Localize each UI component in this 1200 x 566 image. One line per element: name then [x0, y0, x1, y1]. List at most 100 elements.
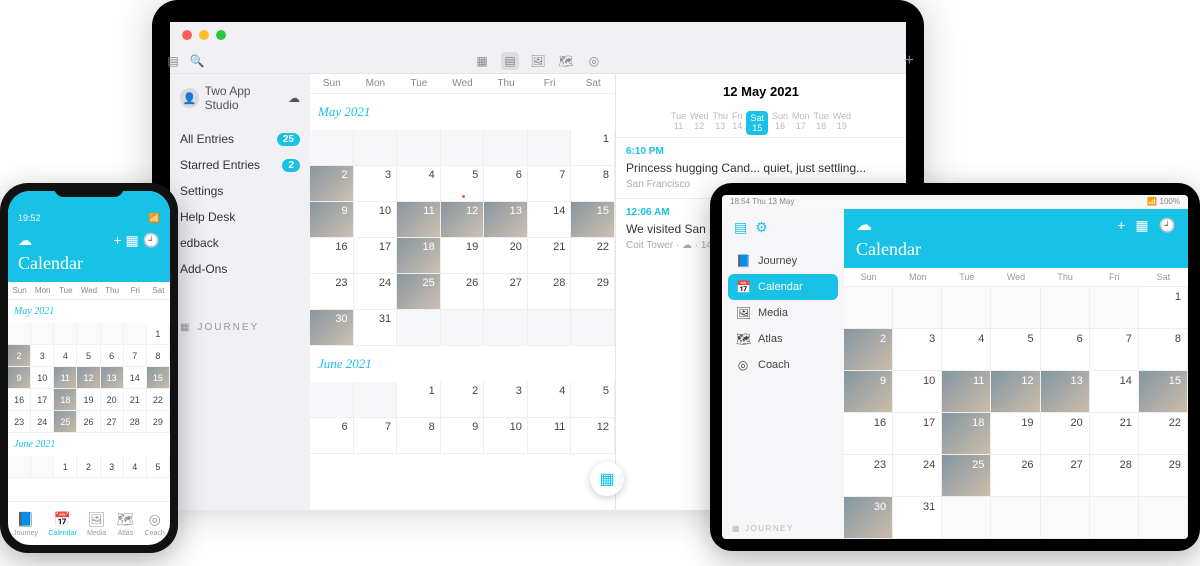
- date-strip-day[interactable]: Wed12: [690, 111, 708, 135]
- calendar-cell[interactable]: 17: [354, 238, 398, 274]
- calendar-cell[interactable]: 1: [54, 456, 77, 478]
- date-strip[interactable]: Tue11Wed12Thu13Fri14Sat15Sun16Mon17Tue18…: [616, 109, 906, 137]
- calendar-cell[interactable]: 20: [1041, 413, 1090, 455]
- calendar-cell[interactable]: 26: [441, 274, 485, 310]
- calendar-cell[interactable]: 7: [1090, 329, 1139, 371]
- view-cal-icon[interactable]: ▤: [501, 52, 519, 70]
- calendar-cell[interactable]: 13: [484, 202, 528, 238]
- calendar-cell[interactable]: 21: [528, 238, 572, 274]
- calendar-cell[interactable]: 2: [441, 382, 485, 418]
- calendar-cell[interactable]: 25: [54, 411, 77, 433]
- date-strip-day[interactable]: Sat15: [746, 111, 768, 135]
- tab-calendar[interactable]: 📅Calendar: [48, 511, 76, 537]
- sidebar-item-coach[interactable]: ◎Coach: [728, 352, 838, 378]
- calendar-cell[interactable]: 23: [310, 274, 354, 310]
- calendar-cell[interactable]: 6: [310, 418, 354, 454]
- calendar-cell[interactable]: 28: [1090, 455, 1139, 497]
- calendar-cell[interactable]: 12: [571, 418, 615, 454]
- calendar-cell[interactable]: 4: [942, 329, 991, 371]
- calendar-cell[interactable]: 10: [31, 367, 54, 389]
- sidebar-item-atlas[interactable]: 🗺Atlas: [728, 326, 838, 352]
- calendar-cell[interactable]: [31, 456, 54, 478]
- nav-starred[interactable]: Starred Entries 2: [180, 152, 300, 178]
- date-strip-day[interactable]: Sun16: [772, 111, 788, 135]
- calendar-cell[interactable]: 7: [124, 345, 147, 367]
- calendar-cell[interactable]: 1: [147, 323, 170, 345]
- calendar-cell[interactable]: [31, 323, 54, 345]
- calendar-cell[interactable]: 29: [1139, 455, 1188, 497]
- calendar-cell[interactable]: [1139, 497, 1188, 539]
- calendar-cell[interactable]: 10: [893, 371, 942, 413]
- calendar-cell[interactable]: 9: [844, 371, 893, 413]
- nav-all-entries[interactable]: All Entries 25: [180, 126, 300, 152]
- calendar-cell[interactable]: [942, 287, 991, 329]
- min-dot[interactable]: [199, 30, 209, 40]
- calendar-cell[interactable]: 27: [101, 411, 124, 433]
- calendar-cell[interactable]: 10: [354, 202, 398, 238]
- calendar-cell[interactable]: [942, 497, 991, 539]
- calendar-cell[interactable]: 6: [484, 166, 528, 202]
- calendar-cell[interactable]: 9: [8, 367, 31, 389]
- calendar-cell[interactable]: 3: [31, 345, 54, 367]
- tab-coach[interactable]: ◎Coach: [145, 511, 165, 537]
- calendar-cell[interactable]: [484, 130, 528, 166]
- add-entry-icon[interactable]: +: [905, 52, 906, 70]
- calendar-cell[interactable]: 30: [310, 310, 354, 346]
- calendar-cell[interactable]: [1041, 497, 1090, 539]
- sidebar-item-calendar[interactable]: 📅Calendar: [728, 274, 838, 300]
- today-icon[interactable]: ▦: [125, 232, 142, 248]
- calendar-cell[interactable]: [310, 130, 354, 166]
- calendar-cell[interactable]: 6: [101, 345, 124, 367]
- calendar-cell[interactable]: [354, 382, 398, 418]
- calendar-cell[interactable]: [77, 323, 100, 345]
- calendar-cell[interactable]: 29: [571, 274, 615, 310]
- calendar-cell[interactable]: 25: [397, 274, 441, 310]
- calendar-cell[interactable]: 17: [893, 413, 942, 455]
- nav-addons[interactable]: Add-Ons: [180, 256, 300, 282]
- calendar-cell[interactable]: 14: [528, 202, 572, 238]
- calendar-cell[interactable]: 11: [942, 371, 991, 413]
- add-entry-icon[interactable]: +: [113, 232, 125, 248]
- add-entry-icon[interactable]: +: [1117, 217, 1125, 234]
- date-strip-day[interactable]: Mon17: [792, 111, 810, 135]
- calendar-cell[interactable]: 16: [310, 238, 354, 274]
- calendar-cell[interactable]: [310, 382, 354, 418]
- calendar-cell[interactable]: 9: [441, 418, 485, 454]
- today-icon[interactable]: ▦: [1135, 217, 1148, 234]
- calendar-cell[interactable]: 8: [571, 166, 615, 202]
- calendar-cell[interactable]: 31: [354, 310, 398, 346]
- calendar-cell[interactable]: 11: [528, 418, 572, 454]
- close-dot[interactable]: [182, 30, 192, 40]
- tab-atlas[interactable]: 🗺Atlas: [117, 511, 135, 537]
- sidebar-item-media[interactable]: 🖼Media: [728, 300, 838, 326]
- account-row[interactable]: 👤 Two App Studio ☁: [180, 78, 300, 126]
- calendar-cell[interactable]: 19: [77, 389, 100, 411]
- calendar-cell[interactable]: 20: [484, 238, 528, 274]
- calendar-cell[interactable]: 27: [1041, 455, 1090, 497]
- calendar-cell[interactable]: 18: [397, 238, 441, 274]
- calendar-cell[interactable]: 9: [310, 202, 354, 238]
- calendar-cell[interactable]: 8: [397, 418, 441, 454]
- calendar-cell[interactable]: 26: [77, 411, 100, 433]
- calendar-cell[interactable]: 21: [1090, 413, 1139, 455]
- calendar-cell[interactable]: 20: [101, 389, 124, 411]
- calendar-cell[interactable]: 5: [991, 329, 1040, 371]
- tab-journey[interactable]: 📘Journey: [13, 511, 38, 537]
- calendar-cell[interactable]: [8, 323, 31, 345]
- calendar-cell[interactable]: 12: [991, 371, 1040, 413]
- calendar-cell[interactable]: 7: [354, 418, 398, 454]
- calendar-cell[interactable]: 24: [31, 411, 54, 433]
- calendar-cell[interactable]: 11: [54, 367, 77, 389]
- calendar-cell[interactable]: 10: [484, 418, 528, 454]
- calendar-cell[interactable]: [1041, 287, 1090, 329]
- date-strip-day[interactable]: Tue11: [671, 111, 686, 135]
- calendar-cell[interactable]: [484, 310, 528, 346]
- calendar-cell[interactable]: 3: [893, 329, 942, 371]
- calendar-cell[interactable]: 3: [354, 166, 398, 202]
- calendar-cell[interactable]: 7: [528, 166, 572, 202]
- calendar-cell[interactable]: [124, 323, 147, 345]
- calendar-cell[interactable]: 5: [77, 345, 100, 367]
- calendar-cell[interactable]: 24: [893, 455, 942, 497]
- max-dot[interactable]: [216, 30, 226, 40]
- nav-settings[interactable]: Settings: [180, 178, 300, 204]
